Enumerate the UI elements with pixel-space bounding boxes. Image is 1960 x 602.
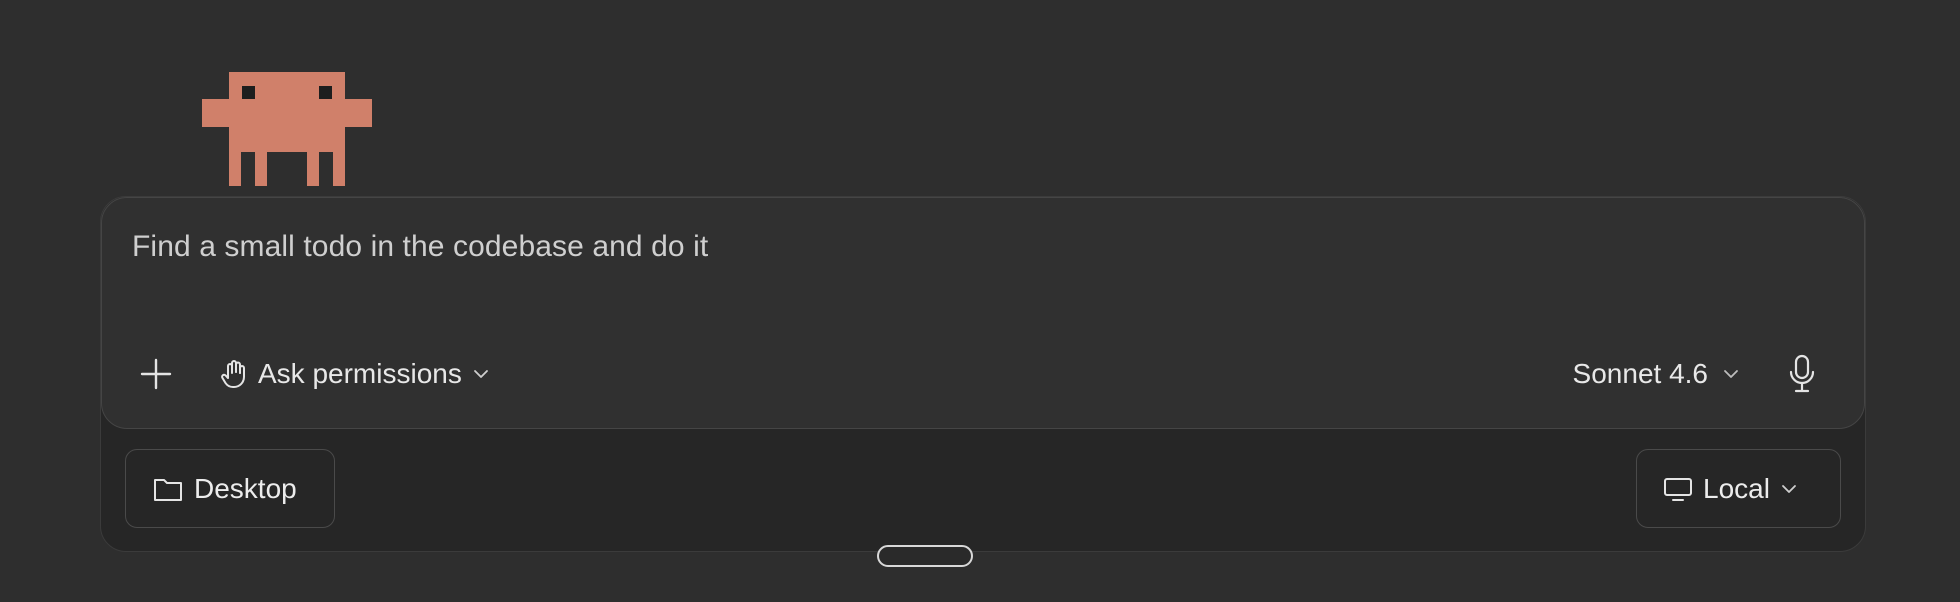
environment-label: Local (1703, 472, 1770, 504)
chevron-down-icon (473, 370, 488, 378)
microphone-icon (1789, 354, 1815, 393)
model-label: Sonnet 4.6 (1572, 358, 1708, 389)
monitor-icon (1664, 477, 1692, 501)
chevron-down-icon (1782, 484, 1796, 493)
model-selector[interactable]: Sonnet 4.6 (1573, 354, 1740, 394)
drawer-handle[interactable] (877, 545, 973, 567)
folder-label: Desktop (194, 472, 297, 504)
voice-input-button[interactable] (1782, 352, 1822, 396)
hand-icon (221, 360, 245, 389)
prompt-input[interactable]: Find a small todo in the codebase and do… (132, 230, 708, 264)
permissions-label: Ask permissions (258, 358, 462, 389)
environment-selector-button[interactable]: Local (1636, 449, 1841, 528)
folder-icon (154, 478, 182, 501)
folder-selector-button[interactable]: Desktop (125, 449, 335, 528)
chevron-down-icon (1724, 370, 1738, 378)
plus-icon (140, 358, 172, 390)
prompt-composer[interactable]: Find a small todo in the codebase and do… (101, 197, 1865, 429)
permissions-dropdown[interactable]: Ask permissions (220, 354, 490, 394)
add-attachment-button[interactable] (136, 354, 176, 394)
mascot-icon (202, 72, 372, 186)
